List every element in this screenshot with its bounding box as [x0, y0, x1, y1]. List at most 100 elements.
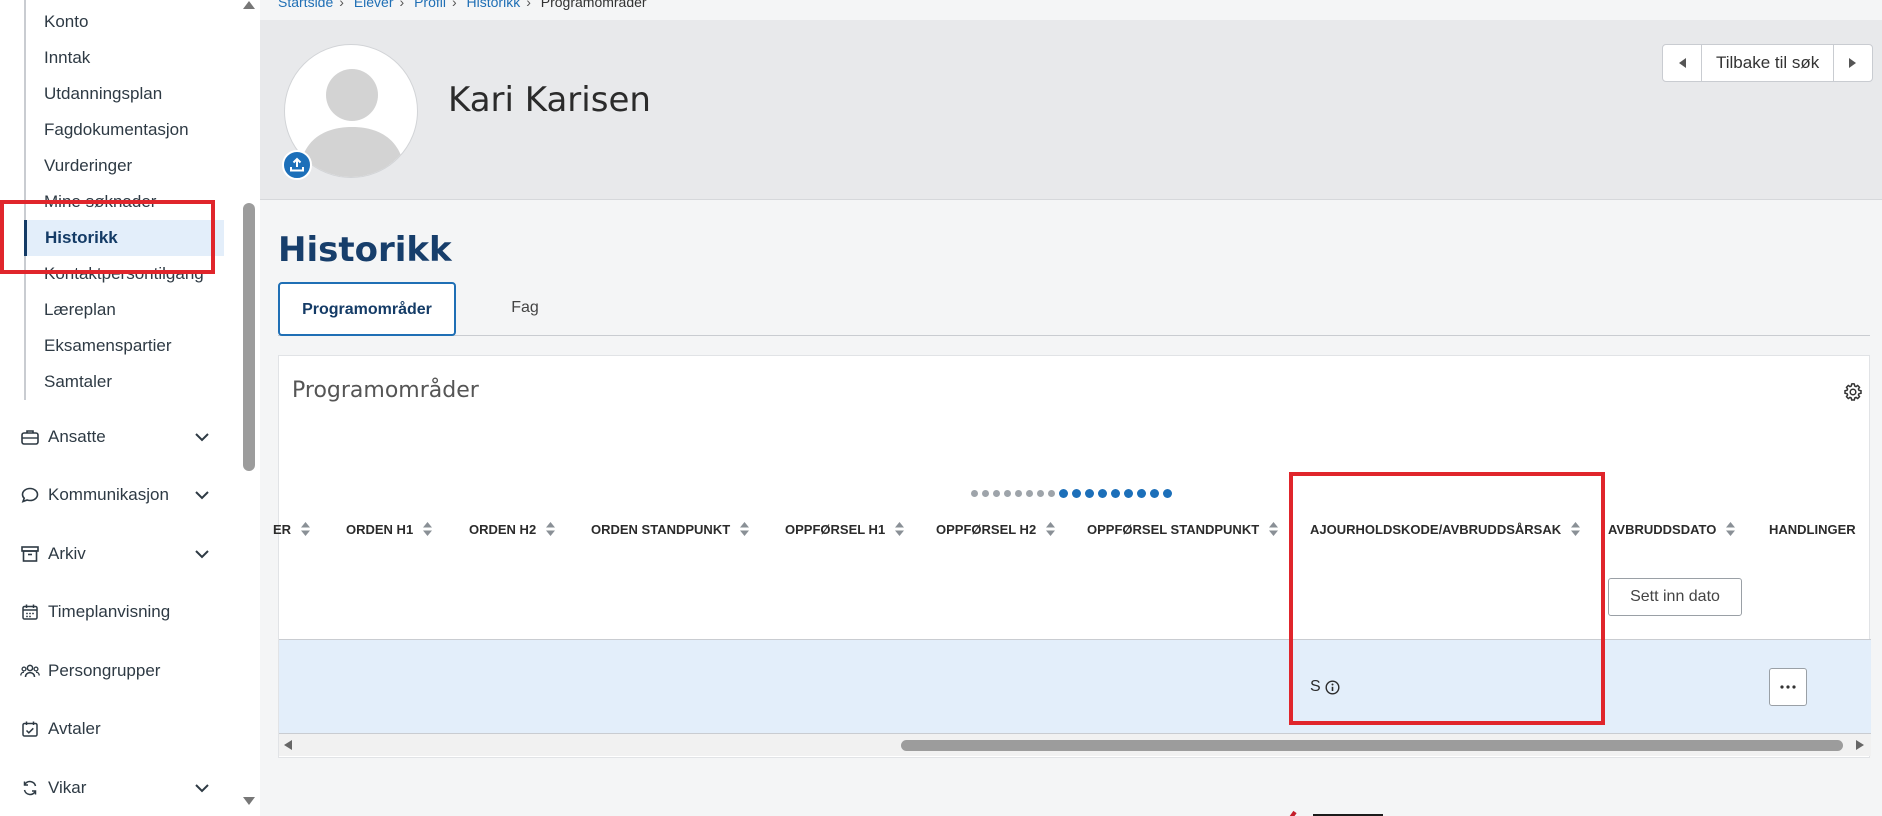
pagination-dot[interactable] [1085, 489, 1094, 498]
nav-item-label: Vikar [48, 778, 87, 797]
pagination-dot[interactable] [1124, 489, 1133, 498]
breadcrumb: Startside › Elever › Profil › Historikk › Pr… [278, 0, 647, 10]
next-result-button[interactable] [1834, 45, 1872, 81]
main-content: Startside › Elever › Profil › Historikk › Pr… [260, 0, 1882, 816]
submenu-item-laereplan[interactable]: Læreplan [26, 292, 226, 328]
pagination-dot[interactable] [1015, 490, 1022, 497]
pagination-dot[interactable] [1098, 489, 1107, 498]
nav-item-ansatte[interactable]: Ansatte [20, 419, 220, 455]
sort-icon [1269, 522, 1279, 536]
tab-programomrader[interactable]: Programområder [278, 282, 456, 336]
breadcrumb-link[interactable]: Elever [354, 0, 394, 10]
nav-item-persongrupper[interactable]: Persongrupper [20, 653, 220, 689]
sort-icon [740, 522, 750, 536]
breadcrumb-link[interactable]: Startside [278, 0, 333, 10]
nav-item-label: Avtaler [48, 719, 101, 738]
nav-item-timeplanvisning[interactable]: Timeplanvisning [20, 594, 220, 630]
archive-box-icon [20, 544, 40, 564]
programomrader-card: Programområder ER ORDEN H1 ORDEN H2 ORDE… [273, 355, 1871, 758]
nav-item-avtaler[interactable]: Avtaler [20, 711, 220, 747]
table-row[interactable]: S [279, 639, 1871, 734]
pagination-dot[interactable] [1137, 489, 1146, 498]
nav-item-vikar[interactable]: Vikar [20, 770, 220, 806]
profile-header: Kari Karisen Tilbake til søk [260, 20, 1882, 200]
breadcrumb-current: Programområder [540, 0, 647, 10]
scroll-up-arrow-icon[interactable] [242, 0, 256, 10]
submenu-item-vurderinger[interactable]: Vurderinger [26, 148, 226, 184]
chevron-down-icon[interactable] [192, 427, 212, 447]
submenu-item-eksamenspartier[interactable]: Eksamenspartier [26, 328, 226, 364]
caret-right-icon [1849, 58, 1857, 68]
set-date-button[interactable]: Sett inn dato [1608, 578, 1742, 616]
pagination-dot[interactable] [1111, 489, 1120, 498]
annotation-highlight-ajourholdskode [1289, 472, 1605, 725]
submenu-item-inntak[interactable]: Inntak [26, 40, 226, 76]
pagination-dot[interactable] [1150, 489, 1159, 498]
nav-item-label: Arkiv [48, 544, 86, 563]
sort-icon [301, 522, 311, 536]
nav-item-label: Kommunikasjon [48, 485, 169, 504]
column-header[interactable]: OPPFØRSEL H1 [785, 518, 905, 540]
previous-result-button[interactable] [1663, 45, 1701, 81]
chevron-down-icon[interactable] [192, 485, 212, 505]
column-header[interactable]: ORDEN H1 [346, 518, 433, 540]
table-horizontal-scrollbar[interactable] [279, 734, 1871, 756]
column-header[interactable]: ER [273, 518, 311, 540]
pagination-dot[interactable] [1163, 489, 1172, 498]
vigo-logo [1289, 810, 1383, 816]
pagination-dot[interactable] [982, 490, 989, 497]
swap-arrows-icon [20, 778, 40, 798]
chevron-down-icon[interactable] [192, 544, 212, 564]
person-name: Kari Karisen [448, 80, 651, 120]
sort-icon [546, 522, 556, 536]
caret-left-icon [1679, 58, 1686, 68]
gear-icon[interactable] [1843, 382, 1863, 402]
sidebar-scrollbar[interactable] [238, 0, 260, 816]
briefcase-icon [20, 427, 40, 447]
submenu-item-fagdokumentasjon[interactable]: Fagdokumentasjon [26, 112, 226, 148]
nav-item-kommunikasjon[interactable]: Kommunikasjon [20, 477, 220, 513]
pagination-dot[interactable] [1059, 489, 1068, 498]
chevron-down-icon[interactable] [192, 778, 212, 798]
scroll-left-arrow-icon[interactable] [283, 739, 293, 751]
pagination-dot[interactable] [1048, 490, 1055, 497]
scroll-down-arrow-icon[interactable] [242, 796, 256, 806]
sort-icon [423, 522, 433, 536]
pagination-dot[interactable] [1072, 489, 1081, 498]
upload-photo-button[interactable] [282, 150, 312, 180]
sidebar: Konto Inntak Utdanningsplan Fagdokumenta… [0, 0, 260, 816]
tab-fag[interactable]: Fag [470, 282, 580, 336]
back-to-search-nav: Tilbake til søk [1662, 44, 1874, 82]
submenu-item-utdanningsplan[interactable]: Utdanningsplan [26, 76, 226, 112]
calendar-icon [20, 602, 40, 622]
calendar-check-icon [20, 719, 40, 739]
pagination-dot[interactable] [971, 490, 978, 497]
column-pagination-dots[interactable] [971, 489, 1176, 498]
column-header[interactable]: OPPFØRSEL H2 [936, 518, 1056, 540]
submenu-item-konto[interactable]: Konto [26, 4, 226, 40]
submenu-item-samtaler[interactable]: Samtaler [26, 364, 226, 400]
nav-item-arkiv[interactable]: Arkiv [20, 536, 220, 572]
column-header[interactable]: ORDEN STANDPUNKT [591, 518, 750, 540]
breadcrumb-link[interactable]: Historikk [467, 0, 521, 10]
sort-icon [895, 522, 905, 536]
row-actions-button[interactable] [1769, 668, 1807, 706]
column-header: HANDLINGER [1769, 521, 1856, 537]
column-header[interactable]: OPPFØRSEL STANDPUNKT [1087, 518, 1279, 540]
breadcrumb-link[interactable]: Profil [414, 0, 446, 10]
scroll-right-arrow-icon[interactable] [1855, 739, 1865, 751]
back-to-search-button[interactable]: Tilbake til søk [1701, 45, 1835, 81]
column-header[interactable]: ORDEN H2 [469, 518, 556, 540]
pagination-dot[interactable] [993, 490, 1000, 497]
tab-bar: Programområder Fag [278, 282, 1870, 336]
table-scrollbar-thumb[interactable] [901, 740, 1843, 751]
nav-item-label: Timeplanvisning [48, 602, 171, 621]
column-header[interactable]: AVBRUDDSDATO [1608, 518, 1736, 540]
sort-icon [1726, 522, 1736, 536]
page-title: Historikk [278, 230, 452, 270]
pagination-dot[interactable] [1004, 490, 1011, 497]
pagination-dot[interactable] [1037, 490, 1044, 497]
sidebar-scrollbar-thumb[interactable] [243, 203, 255, 471]
pagination-dot[interactable] [1026, 490, 1033, 497]
app-root: Konto Inntak Utdanningsplan Fagdokumenta… [0, 0, 1882, 816]
